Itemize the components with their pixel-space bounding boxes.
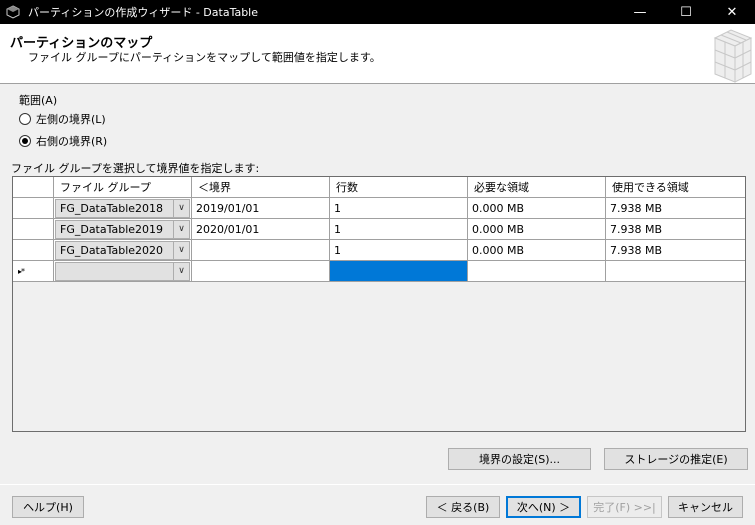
right-boundary-label: 右側の境界(R) [36,135,108,148]
boundary-cell[interactable]: 2019/01/01 [192,198,330,219]
available-space-cell: 7.938 MB [606,198,745,219]
boundary-cell-empty[interactable] [192,261,330,282]
estimate-storage-button[interactable]: ストレージの推定(E) [604,448,748,470]
maximize-button[interactable]: ☐ [663,0,709,24]
available-space-cell: 7.938 MB [606,240,745,261]
rowcount-cell: 1 [330,198,468,219]
set-boundaries-button[interactable]: 境界の設定(S)... [448,448,591,470]
back-button[interactable]: ＜ 戻る(B) [426,496,500,518]
wizard-app-icon [6,5,20,19]
radio-circle-checked[interactable] [19,135,31,147]
column-header-boundary[interactable]: ＜境界 [192,177,330,198]
filegroup-combo-empty[interactable]: ∨ [54,261,192,282]
filegroup-value: FG_DataTable2018 [60,201,164,215]
filegroup-combo[interactable]: FG_DataTable2019 ∨ [54,219,192,240]
chevron-down-icon[interactable]: ∨ [173,241,189,259]
range-group-label: 範囲(A) [19,94,58,107]
table-row[interactable]: FG_DataTable2020 ∨ 1 0.000 MB 7.938 MB [13,240,745,261]
next-button[interactable]: 次へ(N) ＞ [506,496,581,518]
chevron-down-icon[interactable]: ∨ [173,220,189,238]
partition-grid[interactable]: ファイル グループ ＜境界 行数 必要な領域 使用できる領域 FG_DataTa… [12,176,746,432]
filegroup-value: FG_DataTable2020 [60,243,164,257]
available-space-cell-empty [606,261,745,282]
footer-separator [0,484,755,485]
boundary-cell[interactable] [192,240,330,261]
new-row-header[interactable]: ▸* [13,261,54,282]
grid-header-row: ファイル グループ ＜境界 行数 必要な領域 使用できる領域 [13,177,745,198]
wizard-header: パーティションのマップ ファイル グループにパーティションをマップして範囲値を指… [0,24,755,84]
new-row-marker-icon: ▸* [18,266,25,276]
required-space-cell-empty [468,261,606,282]
filegroup-combo[interactable]: FG_DataTable2020 ∨ [54,240,192,261]
column-header-filegroup[interactable]: ファイル グループ [54,177,192,198]
partition-cube-icon [713,29,753,83]
row-header[interactable] [13,240,54,261]
page-subtitle: ファイル グループにパーティションをマップして範囲値を指定します。 [28,51,381,64]
column-header-available-space[interactable]: 使用できる領域 [606,177,745,198]
minimize-button[interactable]: — [617,0,663,24]
radio-circle[interactable] [19,113,31,125]
rowcount-cell-selected[interactable] [330,261,468,282]
required-space-cell: 0.000 MB [468,219,606,240]
column-header-rowcount[interactable]: 行数 [330,177,468,198]
finish-button[interactable]: 完了(F) >>| [587,496,662,518]
rowcount-cell: 1 [330,219,468,240]
filegroup-combo[interactable]: FG_DataTable2018 ∨ [54,198,192,219]
required-space-cell: 0.000 MB [468,198,606,219]
row-header-corner [13,177,54,198]
help-button[interactable]: ヘルプ(H) [12,496,84,518]
chevron-down-icon[interactable]: ∨ [173,262,189,280]
chevron-down-icon[interactable]: ∨ [173,199,189,217]
row-header[interactable] [13,219,54,240]
left-boundary-label: 左側の境界(L) [36,113,106,126]
close-button[interactable]: ✕ [709,0,755,24]
table-row[interactable]: FG_DataTable2019 ∨ 2020/01/01 1 0.000 MB … [13,219,745,240]
left-boundary-radio[interactable]: 左側の境界(L) [19,111,106,127]
new-row[interactable]: ▸* ∨ [13,261,745,282]
cancel-button[interactable]: キャンセル [668,496,743,518]
window-title: パーティションの作成ウィザード - DataTable [28,6,259,19]
table-row[interactable]: FG_DataTable2018 ∨ 2019/01/01 1 0.000 MB … [13,198,745,219]
column-header-required-space[interactable]: 必要な領域 [468,177,606,198]
rowcount-cell: 1 [330,240,468,261]
available-space-cell: 7.938 MB [606,219,745,240]
right-boundary-radio[interactable]: 右側の境界(R) [19,133,107,149]
filegroup-value: FG_DataTable2019 [60,222,164,236]
required-space-cell: 0.000 MB [468,240,606,261]
boundary-cell[interactable]: 2020/01/01 [192,219,330,240]
row-header[interactable] [13,198,54,219]
title-bar: パーティションの作成ウィザード - DataTable — ☐ ✕ [0,0,755,24]
grid-caption: ファイル グループを選択して境界値を指定します: [11,162,260,175]
